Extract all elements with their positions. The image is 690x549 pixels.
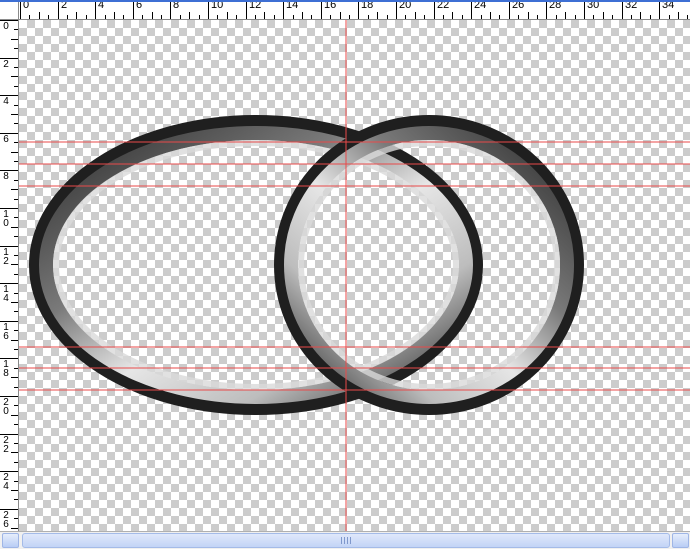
ruler-label: 8 xyxy=(3,171,9,182)
ruler-major-tick xyxy=(659,0,660,19)
ruler-minor-tick xyxy=(11,528,18,529)
ruler-label: 6 xyxy=(3,134,9,145)
ruler-minor-tick xyxy=(452,12,453,19)
ruler-minor-tick xyxy=(11,76,18,77)
ruler-label: 1 2 xyxy=(3,247,9,267)
ruler-major-tick xyxy=(321,0,322,19)
ruler-minor-tick xyxy=(227,12,228,19)
ruler-major-tick xyxy=(546,0,547,19)
ruler-major-tick xyxy=(246,0,247,19)
ruler-major-tick xyxy=(622,0,623,19)
ruler-minor-tick xyxy=(11,152,18,153)
ruler-minor-tick xyxy=(264,12,265,19)
ruler-major-tick xyxy=(584,0,585,19)
ruler-minor-tick xyxy=(76,12,77,19)
ruler-minor-tick xyxy=(11,227,18,228)
ruler-minor-tick xyxy=(11,264,18,265)
ruler-major-tick xyxy=(95,0,96,19)
ruler-minor-tick xyxy=(528,12,529,19)
ruler-label: 2 2 xyxy=(3,435,9,455)
ruler-minor-tick xyxy=(11,114,18,115)
ruler-minor-tick xyxy=(11,302,18,303)
document-canvas[interactable] xyxy=(19,20,690,531)
grip-icon xyxy=(341,537,351,544)
ruler-label: 1 8 xyxy=(3,359,9,379)
left-ring xyxy=(29,115,483,415)
ruler-major-tick xyxy=(509,0,510,19)
guides[interactable] xyxy=(19,20,690,531)
ruler-major-tick xyxy=(20,0,21,19)
ruler-origin-corner[interactable] xyxy=(0,0,19,20)
ruler-minor-tick xyxy=(678,12,679,19)
ruler-minor-tick xyxy=(565,12,566,19)
ruler-label: 2 0 xyxy=(3,397,9,417)
ruler-label: 2 xyxy=(3,59,9,70)
ruler-minor-tick xyxy=(11,189,18,190)
ruler-major-tick xyxy=(434,0,435,19)
ruler-label: 2 4 xyxy=(3,472,9,492)
arrow-left-icon[interactable] xyxy=(2,533,19,548)
horizontal-ruler[interactable]: 0 2 4 6 8 10 12 14 16 18 20 22 24 26 28 30 32 34 xyxy=(0,0,690,20)
ruler-minor-tick xyxy=(11,415,18,416)
ruler-minor-tick xyxy=(603,12,604,19)
ruler-major-tick xyxy=(396,0,397,19)
ruler-major-tick xyxy=(208,0,209,19)
ruler-minor-tick xyxy=(39,12,40,19)
ruler-major-tick xyxy=(283,0,284,19)
ruler-minor-tick xyxy=(189,12,190,19)
ruler-major-tick xyxy=(170,0,171,19)
window-frame-edge xyxy=(0,0,690,2)
ruler-label: 1 6 xyxy=(3,322,9,342)
ruler-minor-tick xyxy=(340,12,341,19)
ruler-minor-tick xyxy=(640,12,641,19)
ruler-minor-tick xyxy=(152,12,153,19)
ruler-label: 4 xyxy=(3,96,9,107)
ruler-minor-tick xyxy=(302,12,303,19)
ruler-label: 2 6 xyxy=(3,510,9,530)
ruler-major-tick xyxy=(133,0,134,19)
arrow-right-icon[interactable] xyxy=(672,533,689,548)
ruler-minor-tick xyxy=(11,39,18,40)
ruler-major-tick xyxy=(358,0,359,19)
ruler-minor-tick xyxy=(415,12,416,19)
ruler-major-tick xyxy=(58,0,59,19)
ruler-minor-tick xyxy=(11,377,18,378)
ruler-minor-tick xyxy=(377,12,378,19)
ruler-label: 0 xyxy=(3,21,9,32)
ruler-minor-tick xyxy=(11,452,18,453)
artwork-layer xyxy=(19,20,690,531)
ruler-minor-tick xyxy=(11,340,18,341)
ruler-label: 1 0 xyxy=(3,209,9,229)
ruler-minor-tick xyxy=(114,12,115,19)
ruler-minor-tick xyxy=(490,12,491,19)
right-ring xyxy=(274,115,584,415)
ruler-major-tick xyxy=(471,0,472,19)
vertical-ruler[interactable]: 0 2 4 6 8 1 0 1 2 1 4 1 6 1 8 2 0 2 2 2 4 2 6 xyxy=(0,20,19,531)
horizontal-scrollbar[interactable] xyxy=(0,531,690,549)
scrollbar-thumb[interactable] xyxy=(22,533,670,548)
ruler-label: 1 4 xyxy=(3,284,9,304)
ruler-minor-tick xyxy=(11,490,18,491)
